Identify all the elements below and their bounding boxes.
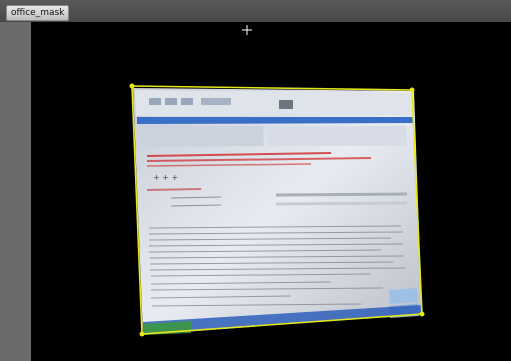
mask-vertex-top-right[interactable] (409, 87, 415, 93)
toolbar-button (181, 98, 193, 105)
viewer-canvas[interactable]: + + + (31, 22, 511, 361)
mask-vertex-top-left[interactable] (129, 83, 135, 89)
viewer-side-strip (0, 22, 31, 361)
toolbar-button (201, 98, 231, 105)
layer-tab-office-mask[interactable]: office_mask (6, 5, 70, 21)
viewer-svg: + + + (129, 25, 425, 337)
page-blue-header-bar (137, 117, 413, 124)
page-banner-right (267, 126, 407, 146)
mask-vertex-bottom-right[interactable] (419, 311, 425, 317)
page-form-field (275, 201, 408, 206)
page-heading-blur: + + + (153, 173, 178, 182)
toolbar-button (149, 98, 161, 105)
page-form-field (275, 192, 408, 197)
page-red-text-line (146, 188, 202, 191)
viewer-toolbar: office_mask (0, 0, 511, 22)
mask-vertex-bottom-left[interactable] (139, 331, 145, 337)
toolbar-logo (279, 100, 293, 109)
page-banner-left (141, 126, 264, 147)
page-side-ad (389, 288, 418, 304)
toolbar-button (165, 98, 177, 105)
crosshair-cursor-icon (242, 25, 252, 35)
monitor-screen-photo: + + + (133, 88, 422, 335)
